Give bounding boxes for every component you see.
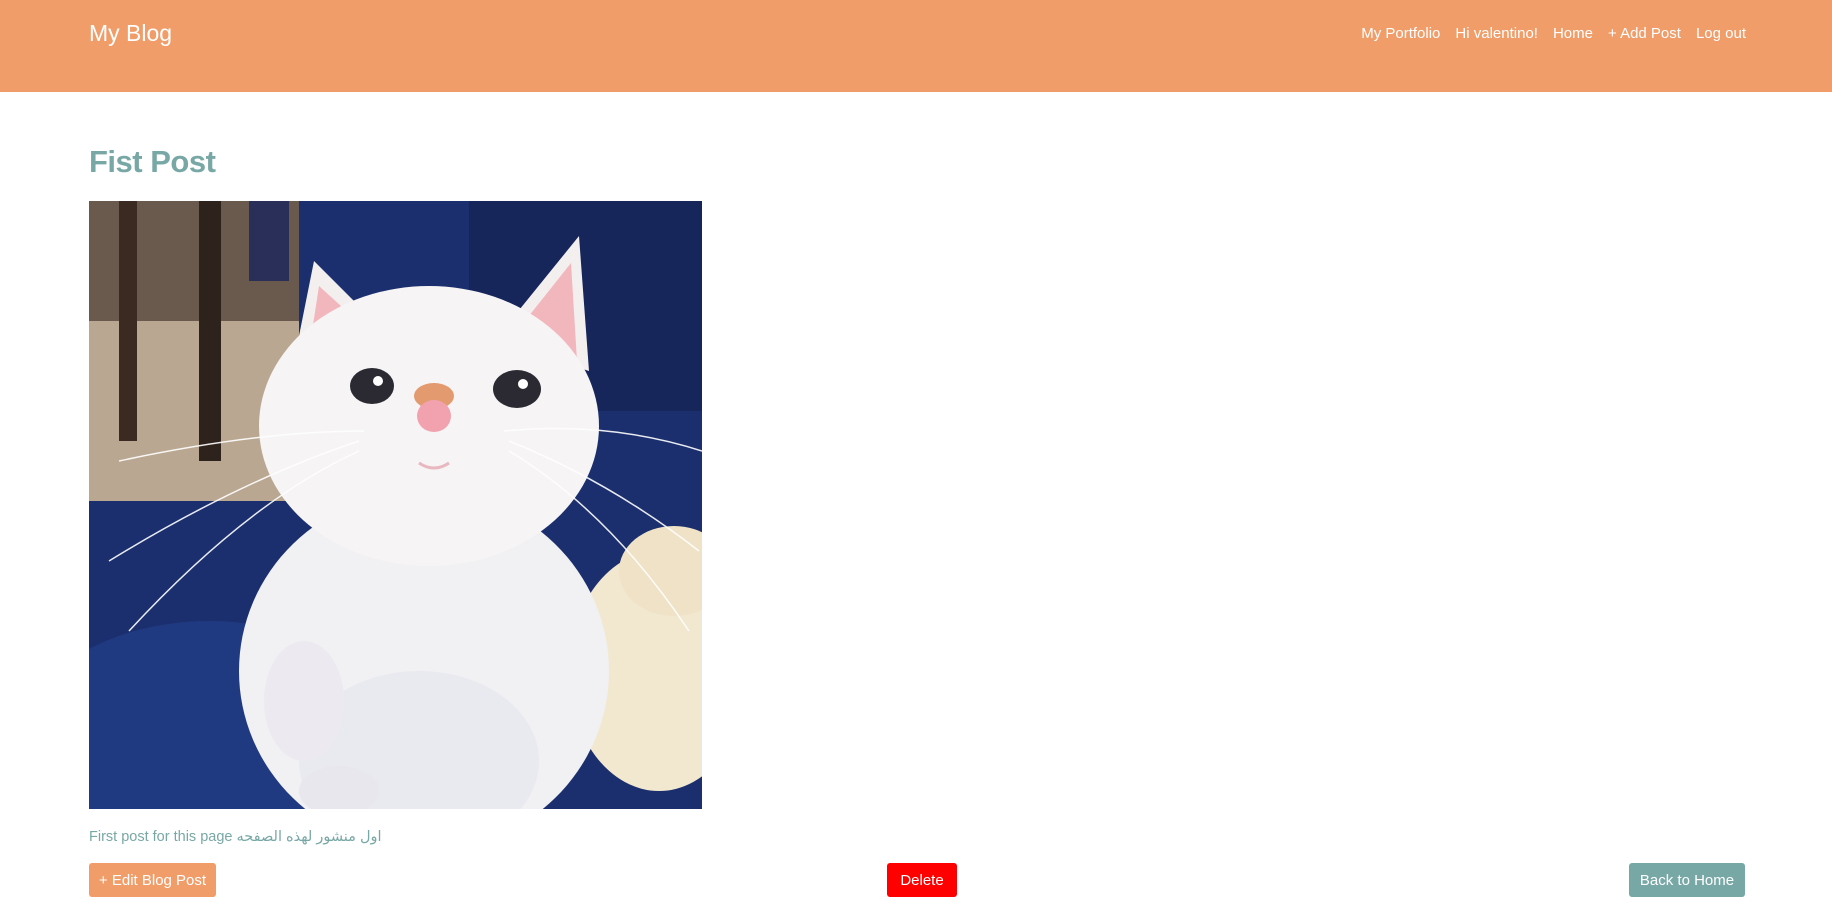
nav-link-my-portfolio[interactable]: My Portfolio (1361, 25, 1440, 42)
brand-link[interactable]: My Blog (89, 20, 172, 47)
nav-links: My Portfolio Hi valentino! Home + Add Po… (1361, 25, 1746, 42)
top-navbar: My Blog My Portfolio Hi valentino! Home … (0, 0, 1832, 92)
edit-post-button[interactable]: + Edit Blog Post (89, 863, 216, 897)
delete-post-button[interactable]: Delete (887, 863, 957, 897)
nav-link-user-greeting[interactable]: Hi valentino! (1455, 25, 1538, 42)
post-image (89, 201, 702, 809)
nav-link-log-out[interactable]: Log out (1696, 25, 1746, 42)
kitten-photo (89, 201, 702, 809)
post-body: First post for this page اول منشور لهذه … (89, 829, 382, 845)
back-to-home-button[interactable]: Back to Home (1629, 863, 1745, 897)
post-title: Fist Post (89, 144, 216, 179)
nav-link-add-post[interactable]: + Add Post (1608, 25, 1681, 42)
nav-link-home[interactable]: Home (1553, 25, 1593, 42)
